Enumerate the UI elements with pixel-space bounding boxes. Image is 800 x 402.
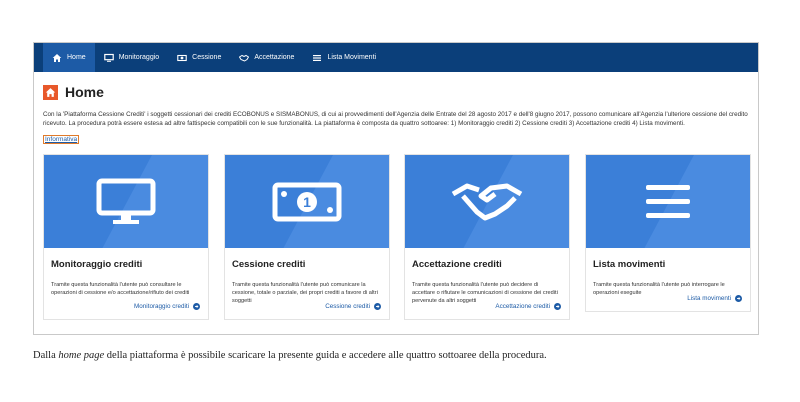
caption-prefix: Dalla: [33, 350, 59, 361]
money-icon: [177, 54, 187, 61]
top-navbar: Home Monitoraggio Cessione Accettazione …: [34, 43, 758, 72]
nav-item-home[interactable]: Home: [43, 43, 95, 72]
app-window: Home Monitoraggio Cessione Accettazione …: [33, 42, 759, 335]
monitoraggio-link[interactable]: Monitoraggio crediti: [134, 303, 200, 310]
nav-item-accettazione[interactable]: Accettazione: [230, 43, 303, 72]
page-header: Home: [43, 84, 758, 100]
card-title: Cessione crediti: [232, 259, 306, 270]
card-title: Monitoraggio crediti: [51, 259, 143, 270]
nav-item-cessione[interactable]: Cessione: [168, 43, 230, 72]
card-grid: Monitoraggio crediti Tramite questa funz…: [43, 154, 751, 334]
card-accettazione[interactable]: Accettazione crediti Tramite questa funz…: [404, 154, 570, 320]
accettazione-link[interactable]: Accettazione crediti: [495, 303, 561, 310]
cessione-link[interactable]: Cessione crediti: [325, 303, 381, 310]
nav-item-monitoraggio[interactable]: Monitoraggio: [95, 43, 168, 72]
page-title: Home: [65, 84, 104, 100]
arrow-right-icon: [374, 303, 381, 310]
list-icon: [313, 54, 322, 61]
lista-movimenti-link[interactable]: Lista movimenti: [687, 295, 742, 302]
handshake-icon: [239, 54, 250, 62]
nav-label-monitoraggio: Monitoraggio: [118, 54, 160, 61]
caption-emphasis: home page: [58, 350, 105, 361]
informativa-link[interactable]: Informativa: [43, 135, 80, 144]
card-link-label: Monitoraggio crediti: [134, 303, 189, 310]
list-icon: [646, 184, 690, 218]
handshake-icon: [451, 183, 523, 220]
card-cessione[interactable]: 1 Cessione crediti Tramite questa funzio…: [224, 154, 390, 320]
card-link-label: Lista movimenti: [687, 295, 731, 302]
card-lista-movimenti[interactable]: Lista movimenti Tramite questa funzional…: [585, 154, 751, 312]
card-hero: [586, 155, 750, 248]
home-icon: [52, 53, 62, 62]
card-link-label: Cessione crediti: [325, 303, 370, 310]
nav-label-accettazione: Accettazione: [254, 54, 295, 61]
nav-label-lista-movimenti: Lista Movimenti: [327, 54, 377, 61]
document-caption: Dalla home page della piattaforma è poss…: [33, 350, 547, 361]
card-hero: 1: [225, 155, 389, 248]
caption-suffix: della piattaforma è possibile scaricare …: [104, 350, 547, 361]
arrow-right-icon: [193, 303, 200, 310]
card-monitoraggio[interactable]: Monitoraggio crediti Tramite questa funz…: [43, 154, 209, 320]
svg-text:1: 1: [303, 194, 311, 210]
arrow-right-icon: [554, 303, 561, 310]
monitor-icon: [96, 178, 156, 224]
home-title-icon: [43, 84, 58, 100]
card-title: Lista movimenti: [593, 259, 666, 270]
nav-label-home: Home: [67, 54, 86, 61]
card-link-label: Accettazione crediti: [495, 303, 550, 310]
card-hero: [44, 155, 208, 248]
nav-label-cessione: Cessione: [192, 54, 222, 61]
card-hero: [405, 155, 569, 248]
monitor-icon: [103, 53, 114, 62]
nav-item-lista-movimenti[interactable]: Lista Movimenti: [303, 43, 385, 72]
intro-text: Con la 'Piattaforma Cessione Crediti' i …: [43, 111, 748, 127]
card-title: Accettazione crediti: [412, 259, 502, 270]
money-icon: 1: [272, 182, 342, 221]
card-description: Tramite questa funzionalità l'utente può…: [593, 282, 725, 296]
arrow-right-icon: [735, 295, 742, 302]
